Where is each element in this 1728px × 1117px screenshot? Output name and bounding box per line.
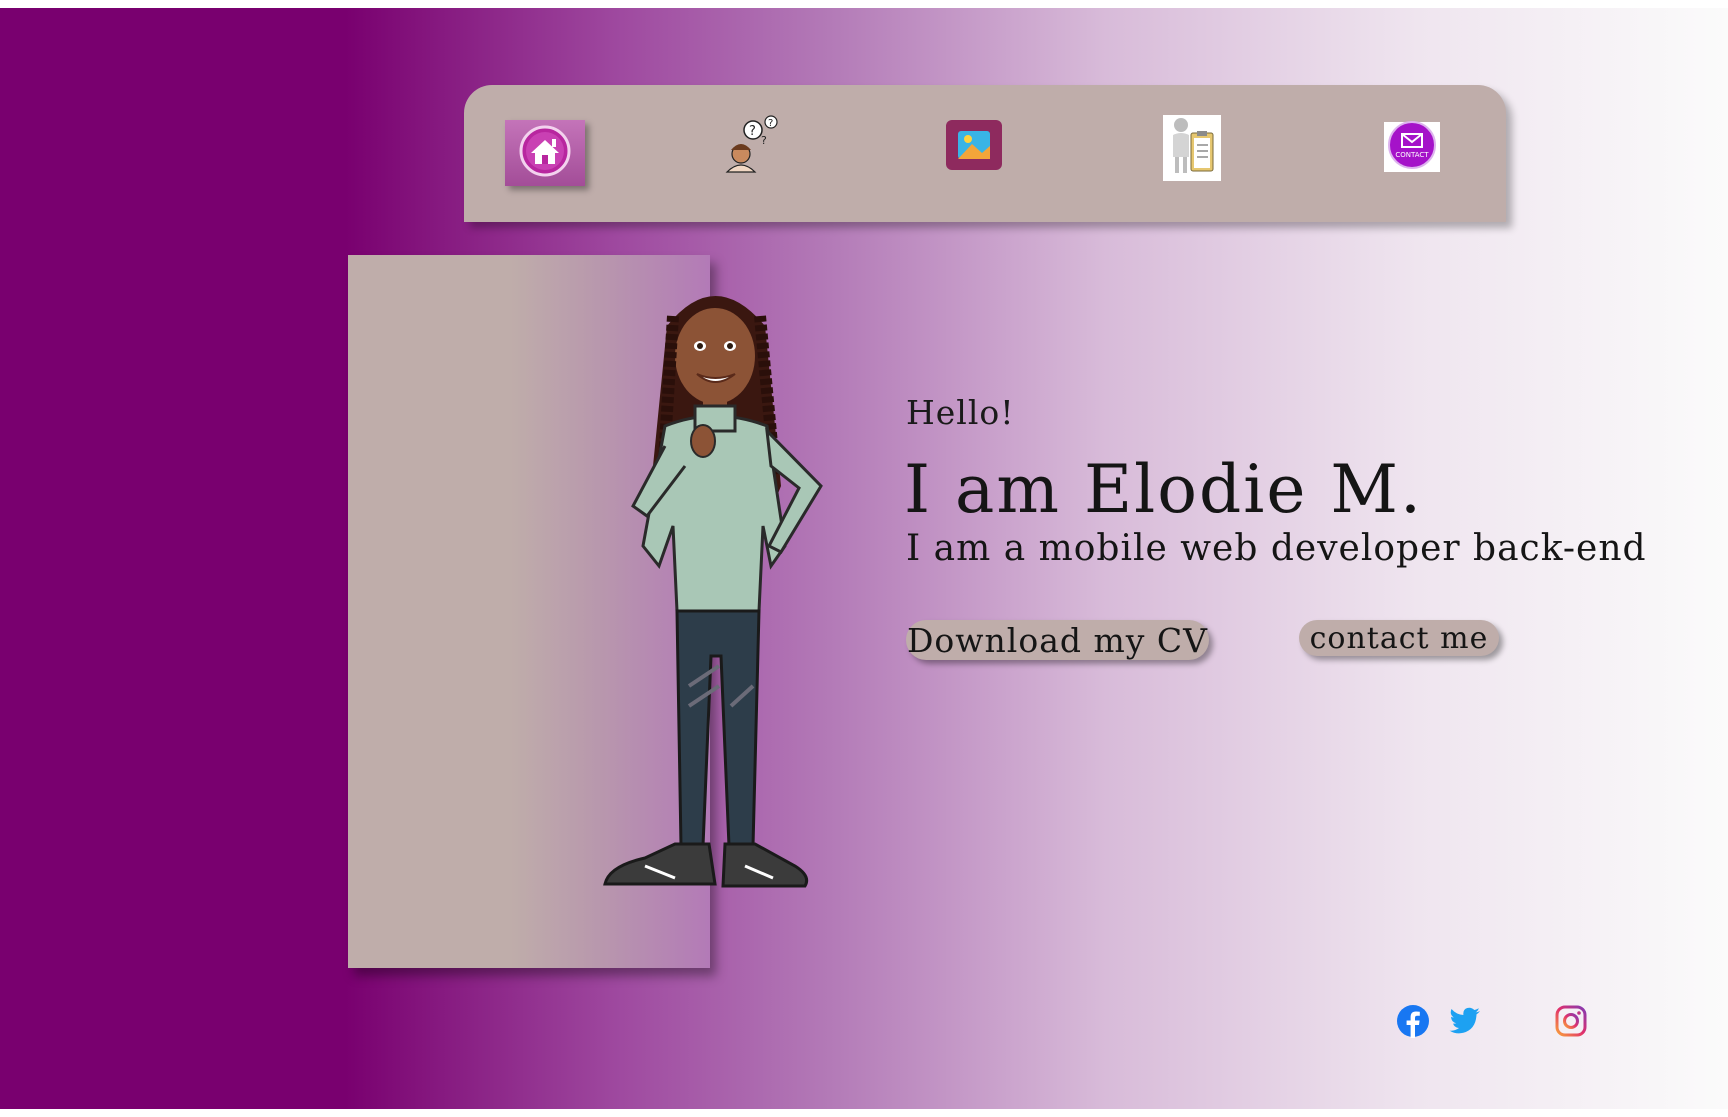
- facebook-link[interactable]: [1396, 1004, 1430, 1038]
- nav-home-button[interactable]: [505, 120, 585, 186]
- facebook-icon: [1396, 1005, 1430, 1042]
- instagram-link[interactable]: [1554, 1004, 1588, 1038]
- instagram-icon: [1554, 1005, 1588, 1042]
- home-icon: [517, 125, 573, 181]
- svg-text:?: ?: [761, 134, 767, 147]
- hero-name-heading: I am Elodie M.: [904, 451, 1423, 528]
- greeting-text: Hello!: [906, 393, 1015, 432]
- twitter-icon: [1448, 1007, 1482, 1042]
- hero-tagline: I am a mobile web developer back-end: [906, 528, 1647, 569]
- contact-me-button[interactable]: contact me: [1299, 620, 1499, 656]
- nav-about-button[interactable]: ? ? ?: [721, 114, 781, 178]
- nav-contact-button[interactable]: CONTACT: [1384, 120, 1440, 174]
- download-cv-button[interactable]: Download my CV: [906, 620, 1209, 660]
- avatar-illustration: [585, 266, 850, 981]
- image-icon: [946, 120, 1002, 174]
- svg-text:?: ?: [749, 124, 756, 139]
- nav-gallery-button[interactable]: [946, 120, 1002, 174]
- twitter-link[interactable]: [1448, 1004, 1482, 1038]
- contact-icon-label: CONTACT: [1395, 151, 1429, 159]
- nav-cv-button[interactable]: [1163, 115, 1221, 181]
- top-navigation-bar: ? ? ? CONTACT: [464, 85, 1506, 222]
- page-background: ? ? ? CONTACT Hello! I am Elodie M. I am…: [0, 8, 1728, 1109]
- clipboard-person-icon: [1163, 113, 1221, 183]
- svg-text:?: ?: [768, 118, 773, 129]
- question-person-icon: ? ? ?: [721, 114, 781, 178]
- contact-envelope-icon: CONTACT: [1387, 120, 1437, 174]
